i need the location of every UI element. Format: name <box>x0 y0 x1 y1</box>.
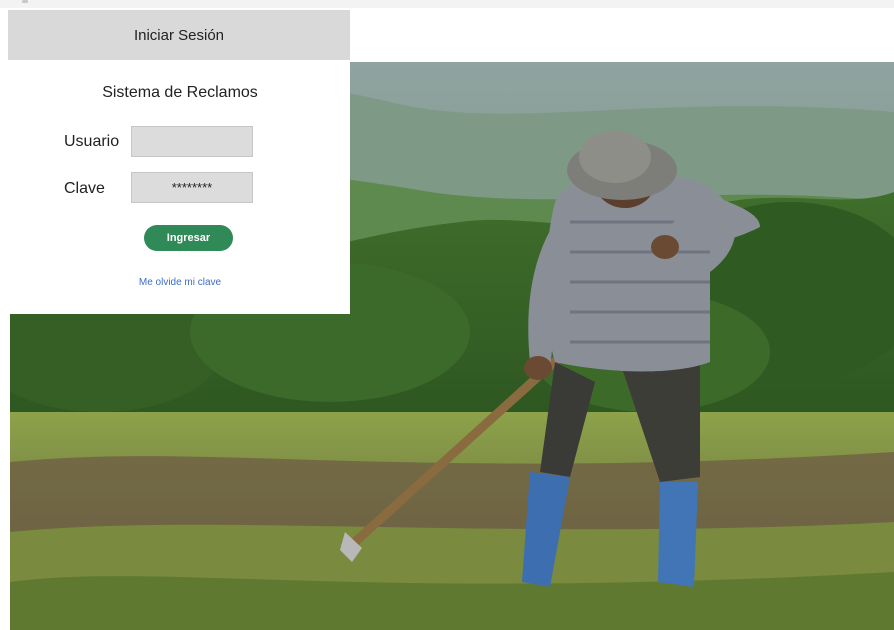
login-panel: Sistema de Reclamos Usuario Clave Ingres… <box>10 62 350 314</box>
username-label: Usuario <box>64 133 120 150</box>
username-input[interactable] <box>131 126 253 157</box>
top-strip <box>0 0 894 8</box>
panel-title: Sistema de Reclamos <box>102 84 258 101</box>
login-button[interactable]: Ingresar <box>144 225 233 251</box>
page: Iniciar Sesión Sistema de Reclamos Usuar… <box>0 0 894 630</box>
top-mark <box>22 0 28 3</box>
password-label: Clave <box>64 180 105 197</box>
forgot-password-link[interactable]: Me olvide mi clave <box>10 277 350 288</box>
login-header-title: Iniciar Sesión <box>133 26 225 44</box>
login-header: Iniciar Sesión <box>8 10 350 60</box>
password-input[interactable] <box>131 172 253 203</box>
